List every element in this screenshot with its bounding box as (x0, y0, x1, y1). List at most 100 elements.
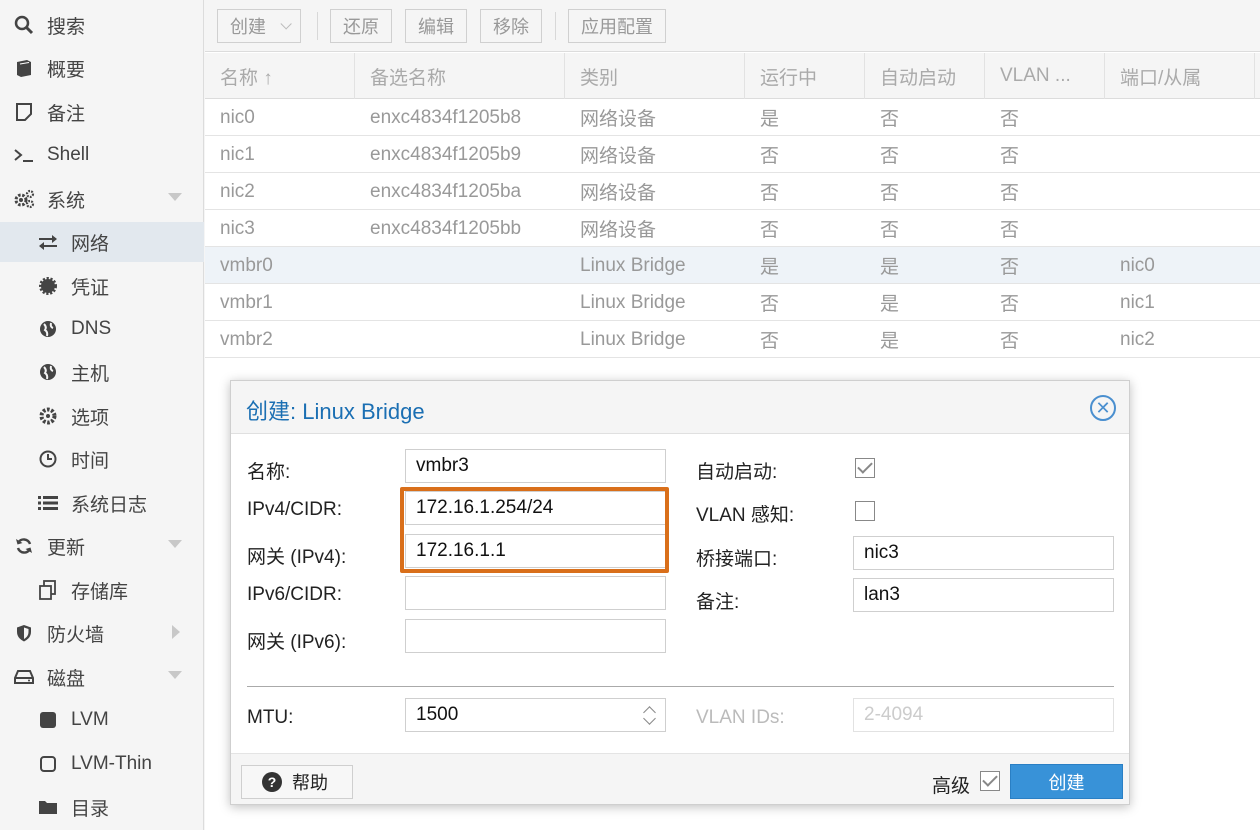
sidebar-item-label: LVM (71, 709, 109, 730)
mtu-stepper[interactable]: 1500 (405, 698, 666, 732)
table-cell: nic0 (220, 106, 255, 128)
chevron-down-icon[interactable] (168, 540, 182, 548)
apply-config-button[interactable]: 应用配置 (568, 9, 666, 43)
column-header-name[interactable]: 名称 ↑ (205, 53, 355, 99)
table-cell: nic3 (220, 217, 255, 239)
sidebar-item-hosts[interactable]: 主机 (0, 352, 204, 392)
column-header-autostart[interactable]: 自动启动 (865, 53, 985, 99)
spinner-icon[interactable] (643, 704, 657, 728)
name-field[interactable]: vmbr3 (405, 449, 666, 483)
square-icon (37, 709, 59, 731)
table-cell: 是 (880, 257, 900, 278)
sidebar-item-label: LVM-Thin (71, 753, 152, 774)
sidebar-item-firewall[interactable]: 防火墙 (0, 613, 204, 653)
create-button[interactable]: 创建 (1010, 764, 1123, 799)
table-row[interactable]: nic0 enxc4834f1205b8 网络设备 是 否 否 (205, 99, 1260, 136)
sidebar-item-updates[interactable]: 更新 (0, 526, 204, 566)
edit-button[interactable]: 编辑 (405, 9, 467, 43)
bridge-ports-field[interactable]: nic3 (853, 536, 1114, 570)
table-row[interactable]: vmbr0 Linux Bridge 是 是 否 nic0 (205, 247, 1260, 284)
revert-button[interactable]: 还原 (330, 9, 392, 43)
sidebar-item-shell[interactable]: Shell (0, 135, 204, 175)
sidebar-item-lvm-thin[interactable]: LVM-Thin (0, 744, 204, 784)
table-cell: enxc4834f1205b8 (370, 106, 522, 128)
table-cell: 否 (880, 146, 900, 167)
table-row[interactable]: nic1 enxc4834f1205b9 网络设备 否 否 否 (205, 136, 1260, 173)
sidebar-item-search[interactable]: 搜索 (0, 5, 204, 45)
table-cell (355, 284, 370, 321)
chevron-down-icon[interactable] (168, 193, 182, 201)
sidebar-item-label: 选项 (71, 407, 110, 429)
create-menu-button[interactable]: 创建 (217, 9, 301, 43)
table-row[interactable]: nic2 enxc4834f1205ba 网络设备 否 否 否 (205, 173, 1260, 210)
sidebar-item-disks[interactable]: 磁盘 (0, 657, 204, 697)
column-header-ports[interactable]: 端口/从属 (1105, 53, 1255, 99)
highlight-box (400, 487, 669, 573)
exchange-icon (37, 231, 59, 253)
square-outline-icon (37, 753, 59, 775)
column-header-vlan[interactable]: VLAN ... (985, 53, 1105, 99)
ipv6-cidr-field[interactable] (405, 576, 666, 610)
sidebar-item-network[interactable]: 网络 (0, 222, 204, 262)
table-cell: 否 (1000, 146, 1020, 167)
sidebar-item-time[interactable]: 时间 (0, 439, 204, 479)
sidebar-item-label: 存储库 (71, 581, 129, 603)
table-cell: vmbr1 (220, 291, 273, 313)
gateway-ipv6-field[interactable] (405, 619, 666, 653)
sidebar: 搜索 概要 备注 Shell 系统 网络 凭证 DNS 主机 选项 时间 系统日… (0, 0, 204, 830)
edit-label: 编辑 (418, 17, 454, 37)
column-header-active[interactable]: 运行中 (745, 53, 865, 99)
table-row[interactable]: vmbr2 Linux Bridge 否 是 否 nic2 (205, 321, 1260, 358)
sidebar-item-repositories[interactable]: 存储库 (0, 570, 204, 610)
sidebar-item-dns[interactable]: DNS (0, 309, 204, 349)
dialog-title-name: Linux Bridge (302, 399, 425, 424)
table-cell: 否 (1000, 294, 1020, 315)
sidebar-item-syslog[interactable]: 系统日志 (0, 483, 204, 523)
advanced-checkbox[interactable] (980, 771, 1000, 791)
chevron-down-icon[interactable] (168, 671, 182, 679)
sidebar-item-label: 网络 (71, 233, 110, 255)
mtu-value: 1500 (416, 704, 459, 725)
help-button[interactable]: ? 帮助 (241, 765, 353, 799)
sidebar-item-directory[interactable]: 目录 (0, 787, 204, 827)
table-cell: 是 (880, 331, 900, 352)
remove-button[interactable]: 移除 (480, 9, 542, 43)
create-menu-label: 创建 (230, 17, 266, 37)
column-header-altname[interactable]: 备选名称 (355, 53, 565, 99)
table-cell: 网络设备 (580, 146, 657, 167)
table-cell: 网络设备 (580, 220, 657, 241)
gears-icon (13, 188, 35, 210)
sidebar-item-label: 系统 (47, 190, 86, 212)
create-linux-bridge-dialog: 创建: Linux Bridge ✕ 名称: vmbr3 IPv4/CIDR: … (230, 380, 1130, 805)
chevron-down-icon (280, 18, 292, 30)
table-cell: nic0 (1120, 254, 1155, 276)
dialog-title: 创建: Linux Bridge (246, 394, 425, 426)
sidebar-item-notes[interactable]: 备注 (0, 92, 204, 132)
divider (247, 686, 1114, 687)
mtu-label: MTU: (247, 707, 294, 728)
sidebar-item-label: 系统日志 (71, 494, 148, 516)
gateway-ipv4-label: 网关 (IPv4): (247, 547, 347, 568)
sidebar-item-system[interactable]: 系统 (0, 179, 204, 219)
autostart-checkbox[interactable] (855, 458, 875, 478)
table-cell: 否 (760, 183, 780, 204)
table-cell: 是 (760, 109, 780, 130)
remove-label: 移除 (493, 17, 529, 37)
sidebar-item-label: 更新 (47, 537, 86, 559)
column-header-type[interactable]: 类别 (565, 53, 745, 99)
table-cell: 否 (760, 331, 780, 352)
vlan-ids-field[interactable]: 2-4094 (853, 698, 1114, 732)
chevron-right-icon[interactable] (172, 625, 180, 639)
table-cell (355, 321, 370, 358)
sidebar-item-lvm[interactable]: LVM (0, 700, 204, 740)
comment-field[interactable]: lan3 (853, 578, 1114, 612)
sidebar-item-summary[interactable]: 概要 (0, 48, 204, 88)
table-cell: nic2 (1120, 328, 1155, 350)
table-row[interactable]: nic3 enxc4834f1205bb 网络设备 否 否 否 (205, 210, 1260, 247)
dialog-header: 创建: Linux Bridge ✕ (231, 381, 1129, 434)
table-row[interactable]: vmbr1 Linux Bridge 否 是 否 nic1 (205, 284, 1260, 321)
sidebar-item-certificates[interactable]: 凭证 (0, 266, 204, 306)
sidebar-item-options[interactable]: 选项 (0, 396, 204, 436)
close-icon[interactable]: ✕ (1090, 395, 1116, 421)
vlan-aware-checkbox[interactable] (855, 501, 875, 521)
